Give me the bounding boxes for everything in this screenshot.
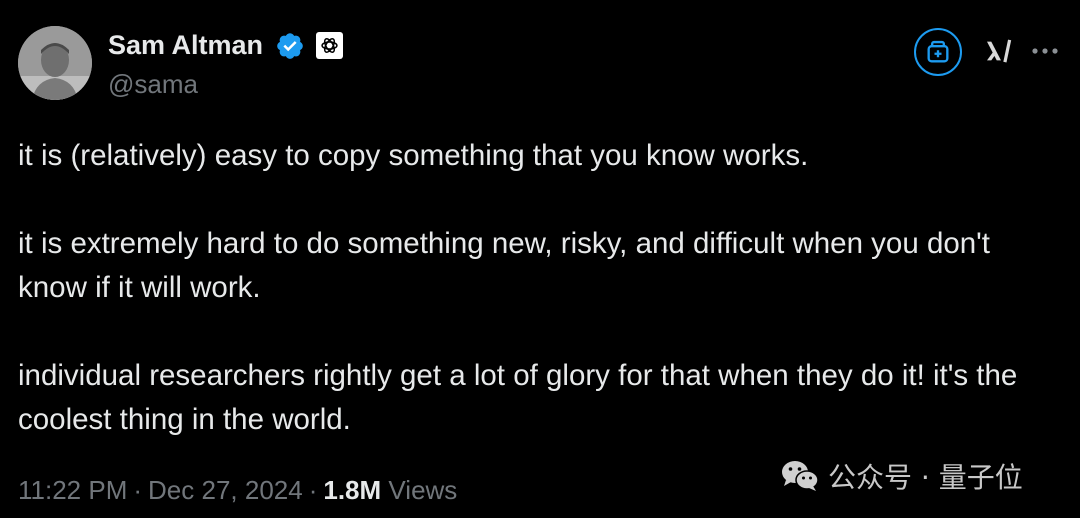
author-name[interactable]: Sam Altman <box>108 28 263 62</box>
tweet-paragraph: it is extremely hard to do something new… <box>18 227 990 304</box>
watermark-text: 公众号 · 量子位 <box>828 461 1023 494</box>
tweet-text: it is (relatively) easy to copy somethin… <box>18 134 1058 486</box>
tweet-card: Sam Altman @sama it is (relatively) easy… <box>0 0 1080 518</box>
views-count[interactable]: 1.8M <box>323 475 381 505</box>
meta-separator: · <box>133 475 143 505</box>
tweet-date[interactable]: Dec 27, 2024 <box>148 475 303 505</box>
tweet-paragraph: it is (relatively) easy to copy somethin… <box>18 139 809 172</box>
verified-badge-icon <box>275 31 305 61</box>
views-label: Views <box>388 475 458 505</box>
openai-logo-icon[interactable] <box>316 32 343 59</box>
tweet-paragraph: individual researchers rightly get a lot… <box>18 359 1018 436</box>
more-dots-icon[interactable] <box>1028 36 1062 66</box>
tweet-meta: 11:22 PM · Dec 27, 2024 · 1.8M Views <box>18 472 457 508</box>
wechat-icon <box>782 461 819 491</box>
author-handle[interactable]: @sama <box>108 68 198 100</box>
xai-logo-icon[interactable] <box>982 34 1016 68</box>
meta-separator: · <box>308 475 318 505</box>
avatar-image <box>18 26 92 100</box>
watermark: 公众号 · 量子位 <box>780 456 1023 496</box>
tweet-time[interactable]: 11:22 PM <box>18 475 127 505</box>
avatar[interactable] <box>18 26 92 100</box>
grok-add-icon[interactable] <box>914 28 962 76</box>
